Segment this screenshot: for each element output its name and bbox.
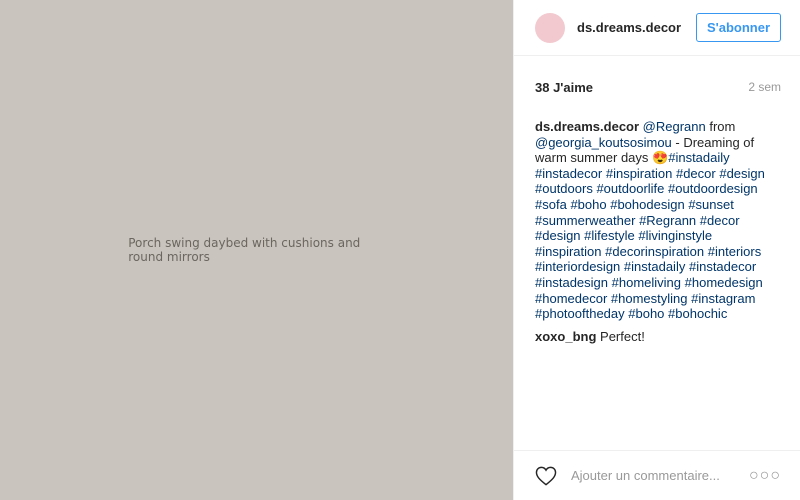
caption-link[interactable]: #outdoorlife bbox=[596, 181, 664, 196]
comment-username[interactable]: xoxo_bng bbox=[535, 329, 596, 344]
caption-link[interactable]: #boho bbox=[628, 306, 664, 321]
caption-link[interactable]: #Regrann bbox=[639, 213, 696, 228]
caption-link[interactable]: #bohodesign bbox=[610, 197, 684, 212]
post-header: ds.dreams.decor S'abonner bbox=[514, 0, 800, 56]
caption-link[interactable]: #homestyling bbox=[611, 291, 688, 306]
likes-count[interactable]: 38 J'aime bbox=[535, 80, 593, 95]
more-options-icon[interactable]: ○○○ bbox=[749, 467, 781, 485]
caption-link[interactable]: #instadaily bbox=[668, 150, 729, 165]
caption-link[interactable]: #instadaily bbox=[624, 259, 685, 274]
caption-link[interactable]: #instadecor bbox=[689, 259, 756, 274]
follow-button[interactable]: S'abonner bbox=[695, 13, 781, 42]
heart-outline-icon[interactable] bbox=[535, 466, 557, 486]
caption-link[interactable]: #sunset bbox=[688, 197, 734, 212]
caption-link[interactable]: #interiordesign bbox=[535, 259, 620, 274]
caption-link[interactable]: @georgia_koutsosimou bbox=[535, 135, 672, 150]
stats-row: 38 J'aime 2 sem bbox=[514, 56, 800, 96]
caption-link[interactable]: #decor bbox=[676, 166, 716, 181]
username[interactable]: ds.dreams.decor bbox=[577, 20, 696, 35]
post-time[interactable]: 2 sem bbox=[748, 80, 781, 94]
post-sidebar: ds.dreams.decor S'abonner 38 J'aime 2 se… bbox=[514, 0, 800, 500]
caption-link[interactable]: #instadesign bbox=[535, 275, 608, 290]
comments-list: ds.dreams.decor @Regrann from @georgia_k… bbox=[514, 96, 800, 351]
caption-link[interactable]: #boho bbox=[570, 197, 606, 212]
caption-link[interactable]: #decor bbox=[700, 213, 740, 228]
comment: xoxo_bng Perfect! bbox=[535, 329, 781, 345]
post-photo-placeholder: Porch swing daybed with cushions and rou… bbox=[128, 236, 361, 264]
caption-link[interactable]: #inspiration bbox=[535, 244, 602, 259]
comment-text: Perfect! bbox=[600, 328, 645, 344]
caption-link[interactable]: #design bbox=[535, 228, 581, 243]
avatar[interactable] bbox=[535, 12, 565, 43]
caption-link[interactable]: #homedesign bbox=[685, 275, 763, 290]
caption-link[interactable]: #lifestyle bbox=[584, 228, 635, 243]
caption-link[interactable]: #instagram bbox=[691, 291, 755, 306]
caption-text: from bbox=[705, 119, 736, 134]
caption-link[interactable]: #outdoordesign bbox=[668, 181, 758, 196]
caption-link[interactable]: #inspiration bbox=[606, 166, 673, 181]
caption-link[interactable]: #interiors bbox=[708, 244, 761, 259]
caption-link[interactable]: #decorinspiration bbox=[605, 244, 704, 259]
caption-link[interactable]: #outdoors bbox=[535, 181, 593, 196]
caption-link[interactable]: #bohochic bbox=[668, 306, 727, 321]
comment-bar: ○○○ bbox=[514, 450, 800, 500]
caption-link[interactable]: #sofa bbox=[535, 197, 567, 212]
comments-container: xoxo_bng Perfect! bbox=[535, 329, 781, 345]
caption-link[interactable]: @Regrann bbox=[643, 119, 706, 134]
caption: ds.dreams.decor @Regrann from @georgia_k… bbox=[535, 119, 781, 322]
caption-link[interactable]: #instadecor bbox=[535, 166, 602, 181]
caption-link[interactable]: #photooftheday bbox=[535, 306, 625, 321]
caption-link[interactable]: #homeliving bbox=[612, 275, 681, 290]
caption-link[interactable]: #design bbox=[719, 166, 765, 181]
caption-link[interactable]: #homedecor bbox=[535, 291, 607, 306]
instagram-post: Porch swing daybed with cushions and rou… bbox=[0, 0, 800, 500]
caption-username[interactable]: ds.dreams.decor bbox=[535, 119, 639, 134]
caption-link[interactable]: #livinginstyle bbox=[638, 228, 712, 243]
post-photo[interactable]: Porch swing daybed with cushions and rou… bbox=[0, 0, 514, 500]
caption-link[interactable]: #summerweather bbox=[535, 213, 635, 228]
comment-input[interactable] bbox=[569, 467, 749, 484]
